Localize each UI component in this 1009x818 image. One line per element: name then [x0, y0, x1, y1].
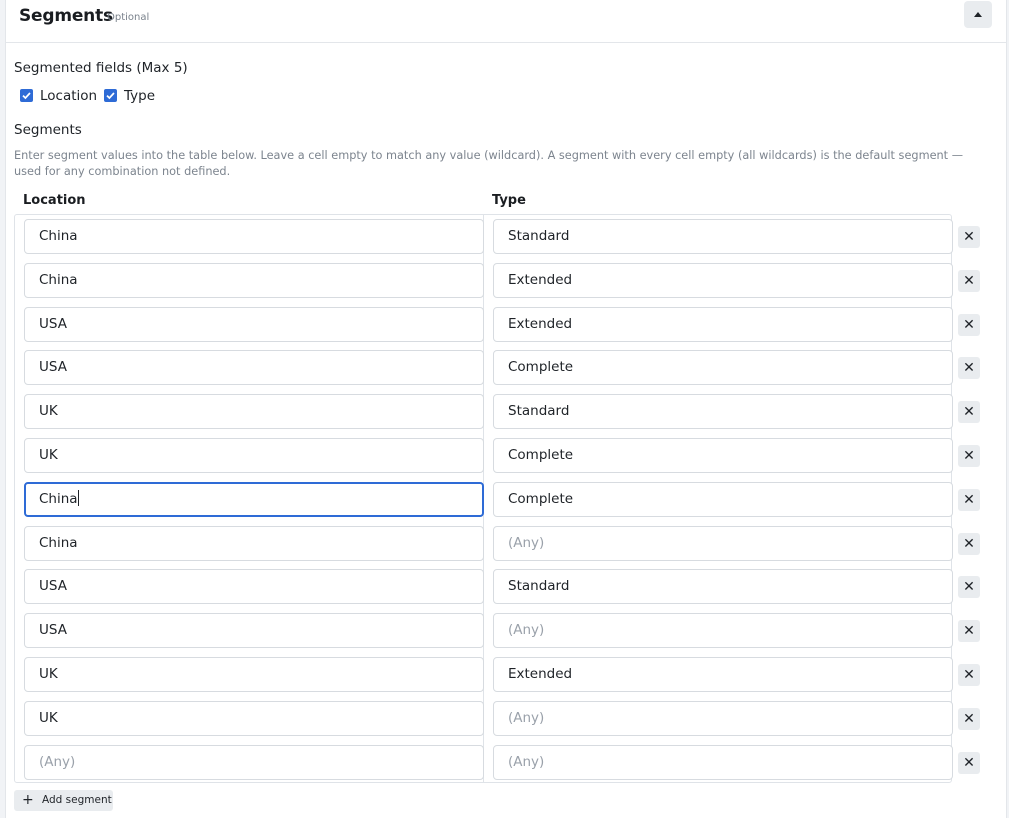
check-icon: [22, 92, 31, 100]
location-input[interactable]: China: [24, 219, 484, 254]
type-input[interactable]: Extended: [493, 263, 953, 298]
delete-segment-button[interactable]: ✕: [958, 576, 980, 598]
delete-segment-button[interactable]: ✕: [958, 357, 980, 379]
delete-segment-button[interactable]: ✕: [958, 489, 980, 511]
type-input[interactable]: (Any): [493, 745, 953, 780]
location-input[interactable]: UK: [24, 438, 484, 473]
location-input[interactable]: China: [24, 526, 484, 561]
close-icon: ✕: [963, 448, 975, 464]
check-icon: [106, 92, 115, 100]
location-input[interactable]: UK: [24, 394, 484, 429]
close-icon: ✕: [963, 273, 975, 289]
type-input[interactable]: (Any): [493, 526, 953, 561]
delete-segment-button[interactable]: ✕: [958, 401, 980, 423]
type-checkbox-label[interactable]: Type: [124, 88, 155, 104]
close-icon: ✕: [963, 492, 975, 508]
close-icon: ✕: [963, 667, 975, 683]
type-input[interactable]: Complete: [493, 350, 953, 385]
location-input[interactable]: USA: [24, 613, 484, 648]
text-caret: [77, 490, 79, 506]
location-checkbox-label[interactable]: Location: [40, 88, 97, 104]
type-checkbox[interactable]: [104, 89, 117, 102]
close-icon: ✕: [963, 755, 975, 771]
plus-icon: +: [22, 792, 34, 808]
close-icon: ✕: [963, 536, 975, 552]
delete-segment-button[interactable]: ✕: [958, 314, 980, 336]
delete-segment-button[interactable]: ✕: [958, 226, 980, 248]
delete-segment-button[interactable]: ✕: [958, 270, 980, 292]
collapse-button[interactable]: [964, 1, 992, 28]
location-input[interactable]: USA: [24, 307, 484, 342]
segments-help-text: Enter segment values into the table belo…: [14, 149, 963, 178]
location-input[interactable]: UK: [24, 657, 484, 692]
type-input[interactable]: Standard: [493, 219, 953, 254]
location-input[interactable]: China: [24, 263, 484, 298]
location-input[interactable]: UK: [24, 701, 484, 736]
type-input[interactable]: Standard: [493, 394, 953, 429]
location-input[interactable]: China: [24, 482, 484, 517]
type-input[interactable]: Extended: [493, 307, 953, 342]
column-header-type: Type: [492, 193, 526, 208]
add-segment-label: Add segment: [42, 794, 112, 806]
type-input[interactable]: Standard: [493, 569, 953, 604]
delete-segment-button[interactable]: ✕: [958, 620, 980, 642]
panel-title: Segments: [19, 6, 113, 26]
column-header-location: Location: [23, 193, 86, 208]
type-input[interactable]: (Any): [493, 701, 953, 736]
delete-segment-button[interactable]: ✕: [958, 664, 980, 686]
delete-segment-button[interactable]: ✕: [958, 533, 980, 555]
delete-segment-button[interactable]: ✕: [958, 752, 980, 774]
close-icon: ✕: [963, 360, 975, 376]
location-input[interactable]: USA: [24, 569, 484, 604]
close-icon: ✕: [963, 711, 975, 727]
location-checkbox[interactable]: [20, 89, 33, 102]
delete-segment-button[interactable]: ✕: [958, 445, 980, 467]
close-icon: ✕: [963, 229, 975, 245]
type-input[interactable]: Complete: [493, 438, 953, 473]
close-icon: ✕: [963, 579, 975, 595]
type-input[interactable]: Extended: [493, 657, 953, 692]
close-icon: ✕: [963, 623, 975, 639]
optional-tag: Optional: [107, 12, 150, 23]
close-icon: ✕: [963, 404, 975, 420]
close-icon: ✕: [963, 317, 975, 333]
type-input[interactable]: (Any): [493, 613, 953, 648]
type-input[interactable]: Complete: [493, 482, 953, 517]
location-input[interactable]: (Any): [24, 745, 484, 780]
add-segment-button[interactable]: + Add segment: [14, 790, 113, 811]
panel-header: Segments Optional: [6, 0, 1006, 43]
segments-label: Segments: [14, 122, 82, 138]
delete-segment-button[interactable]: ✕: [958, 708, 980, 730]
segmented-fields-label: Segmented fields (Max 5): [14, 60, 188, 76]
caret-up-icon: [974, 12, 982, 17]
location-input[interactable]: USA: [24, 350, 484, 385]
